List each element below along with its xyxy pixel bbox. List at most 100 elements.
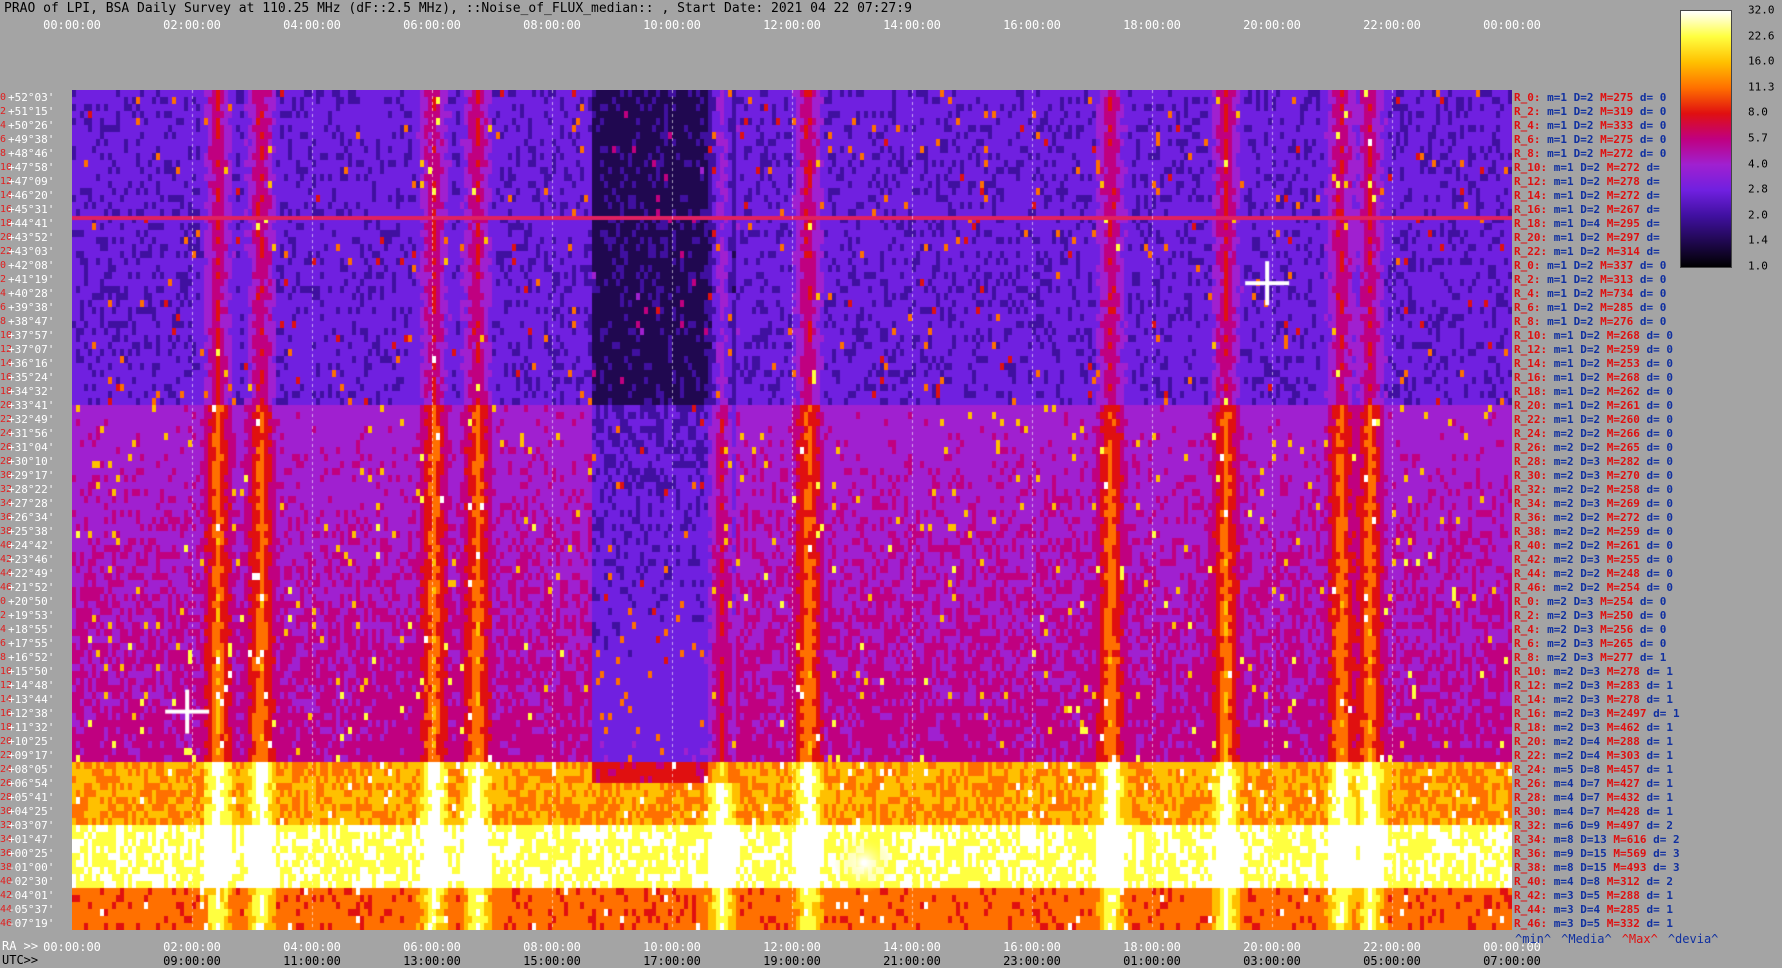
row-stat-r: R_18: <box>1514 217 1548 230</box>
row-stat-r: R_16: <box>1514 371 1548 384</box>
row-stat-m: m=2 <box>1547 623 1567 636</box>
row-stat-m: m=2 <box>1553 693 1574 706</box>
row-stat-D: D=15 <box>1580 861 1607 874</box>
axis-tick: 12:00:00 <box>763 18 821 32</box>
row-stat-d: d= 0 <box>1646 399 1674 412</box>
row-stat: R_38: m=8 D=15 M=493 d= 3 <box>1514 862 1680 873</box>
row-stat-r: R_42: <box>1514 889 1548 902</box>
row-stat-D: D=2 <box>1573 147 1594 160</box>
row-stat-D: D=2 <box>1573 105 1594 118</box>
row-stat-d: d= 0 <box>1639 91 1667 104</box>
row-stat-d: d= 1 <box>1646 763 1674 776</box>
row-stat-D: D=2 <box>1580 357 1601 370</box>
row-stat: R_14: m=1 D=2 M=253 d= 0 <box>1514 358 1673 369</box>
row-stat: R_22: m=2 D=4 M=303 d= 1 <box>1514 750 1673 761</box>
row-stat-d: d= 0 <box>1646 427 1674 440</box>
row-stat-d: d= 1 <box>1646 749 1674 762</box>
row-stat: R_22: m=1 D=2 M=314 d= <box>1514 246 1660 257</box>
row-stat-d: d= 0 <box>1646 343 1674 356</box>
row-stat-M: M=248 <box>1606 567 1640 580</box>
dec-tick-label: +21°52' <box>8 581 55 594</box>
row-stat: R_6: m=2 D=3 M=265 d= 0 <box>1514 638 1666 649</box>
row-stat-m: m=6 <box>1553 819 1574 832</box>
axis-tick: 07:00:00 <box>1483 954 1541 968</box>
chart-title: PRAO of LPI, BSA Daily Survey at 110.25 … <box>4 1 912 16</box>
row-stat: R_30: m=2 D=3 M=270 d= 0 <box>1514 470 1673 481</box>
row-stat: R_16: m=2 D=3 M=2497 d= 1 <box>1514 708 1680 719</box>
row-stat-M: M=333 <box>1600 119 1634 132</box>
row-stat-r: R_38: <box>1514 525 1548 538</box>
row-stat-r: R_2: <box>1514 273 1541 286</box>
row-stat-m: m=2 <box>1547 595 1567 608</box>
dec-tick-label: +36°16' <box>8 357 55 370</box>
row-stat-d: d= 0 <box>1646 469 1674 482</box>
row-stat-m: m=1 <box>1553 203 1574 216</box>
row-stat-M: M=267 <box>1606 203 1640 216</box>
row-stat-d: d= <box>1646 231 1660 244</box>
axis-tick: 11:00:00 <box>283 954 341 968</box>
row-stat: R_12: m=2 D=3 M=283 d= 1 <box>1514 680 1673 691</box>
dec-tick-label: +12°38' <box>8 707 55 720</box>
row-stat-r: R_44: <box>1514 567 1548 580</box>
legend-item: ^Max^ <box>1621 932 1658 946</box>
row-stat-r: R_12: <box>1514 175 1548 188</box>
row-stat-m: m=2 <box>1553 721 1574 734</box>
row-stat-D: D=7 <box>1580 777 1601 790</box>
row-stat: R_28: m=2 D=3 M=282 d= 0 <box>1514 456 1673 467</box>
row-stat-m: m=4 <box>1553 875 1574 888</box>
dec-tick-label: +27°28' <box>8 497 55 510</box>
row-stat-r: R_8: <box>1514 147 1541 160</box>
row-stat-D: D=15 <box>1580 847 1607 860</box>
row-stat-r: R_20: <box>1514 399 1548 412</box>
row-stat-D: D=3 <box>1580 455 1601 468</box>
axis-tick: 00:00:00 <box>1483 18 1541 32</box>
row-stat-M: M=285 <box>1600 301 1634 314</box>
dec-index-label: 4 <box>0 120 7 131</box>
row-stat-d: d= 1 <box>1639 651 1667 664</box>
dec-tick-label: +03°07' <box>8 819 55 832</box>
row-stat-M: M=432 <box>1606 791 1640 804</box>
row-stat-D: D=3 <box>1573 651 1594 664</box>
row-stat-d: d= 1 <box>1646 679 1674 692</box>
row-stat-d: d= 1 <box>1646 693 1674 706</box>
row-stat-D: D=2 <box>1580 371 1601 384</box>
row-stat: R_44: m=2 D=2 M=248 d= 0 <box>1514 568 1673 579</box>
axis-tick: 23:00:00 <box>1003 954 1061 968</box>
row-stat-r: R_6: <box>1514 637 1541 650</box>
row-stat-r: R_42: <box>1514 553 1548 566</box>
row-stat: R_36: m=9 D=15 M=569 d= 3 <box>1514 848 1680 859</box>
dec-tick-label: +50°26' <box>8 119 55 132</box>
axis-tick: 18:00:00 <box>1123 18 1181 32</box>
row-stat: R_38: m=2 D=2 M=259 d= 0 <box>1514 526 1673 537</box>
row-stat-m: m=8 <box>1553 861 1574 874</box>
row-stat-d: d= 0 <box>1639 637 1667 650</box>
row-stat-M: M=285 <box>1606 903 1640 916</box>
colorbar-tick: 5.7 <box>1748 131 1768 145</box>
dec-tick-label: +38°47' <box>8 315 55 328</box>
row-stat: R_4: m=2 D=3 M=256 d= 0 <box>1514 624 1666 635</box>
colorbar-tick: 11.3 <box>1748 80 1775 94</box>
row-stat: R_20: m=1 D=2 M=297 d= <box>1514 232 1660 243</box>
row-stat-D: D=2 <box>1573 119 1594 132</box>
dec-tick-label: +26°34' <box>8 511 55 524</box>
axis-tick: 08:00:00 <box>523 940 581 954</box>
dec-tick-label: +29°17' <box>8 469 55 482</box>
dec-tick-label: +16°52' <box>8 651 55 664</box>
row-stat-D: D=2 <box>1580 329 1601 342</box>
row-stat-d: d= <box>1646 175 1660 188</box>
row-stat-m: m=2 <box>1553 497 1574 510</box>
row-stat-D: D=3 <box>1580 679 1601 692</box>
row-stat-r: R_14: <box>1514 189 1548 202</box>
row-stat: R_46: m=2 D=2 M=254 d= 0 <box>1514 582 1673 593</box>
row-stat-d: d= 0 <box>1639 105 1667 118</box>
colorbar-tick: 22.6 <box>1748 29 1775 43</box>
row-stat-d: d= <box>1646 161 1660 174</box>
colorbar-tick: 16.0 <box>1748 54 1775 68</box>
row-stat-m: m=2 <box>1553 441 1574 454</box>
row-stat-M: M=259 <box>1606 343 1640 356</box>
row-stat-M: M=254 <box>1606 581 1640 594</box>
dec-index-label: 2 <box>0 274 7 285</box>
row-stat: R_20: m=1 D=2 M=261 d= 0 <box>1514 400 1673 411</box>
dec-tick-label: +24°42' <box>8 539 55 552</box>
row-stat-M: M=297 <box>1606 231 1640 244</box>
